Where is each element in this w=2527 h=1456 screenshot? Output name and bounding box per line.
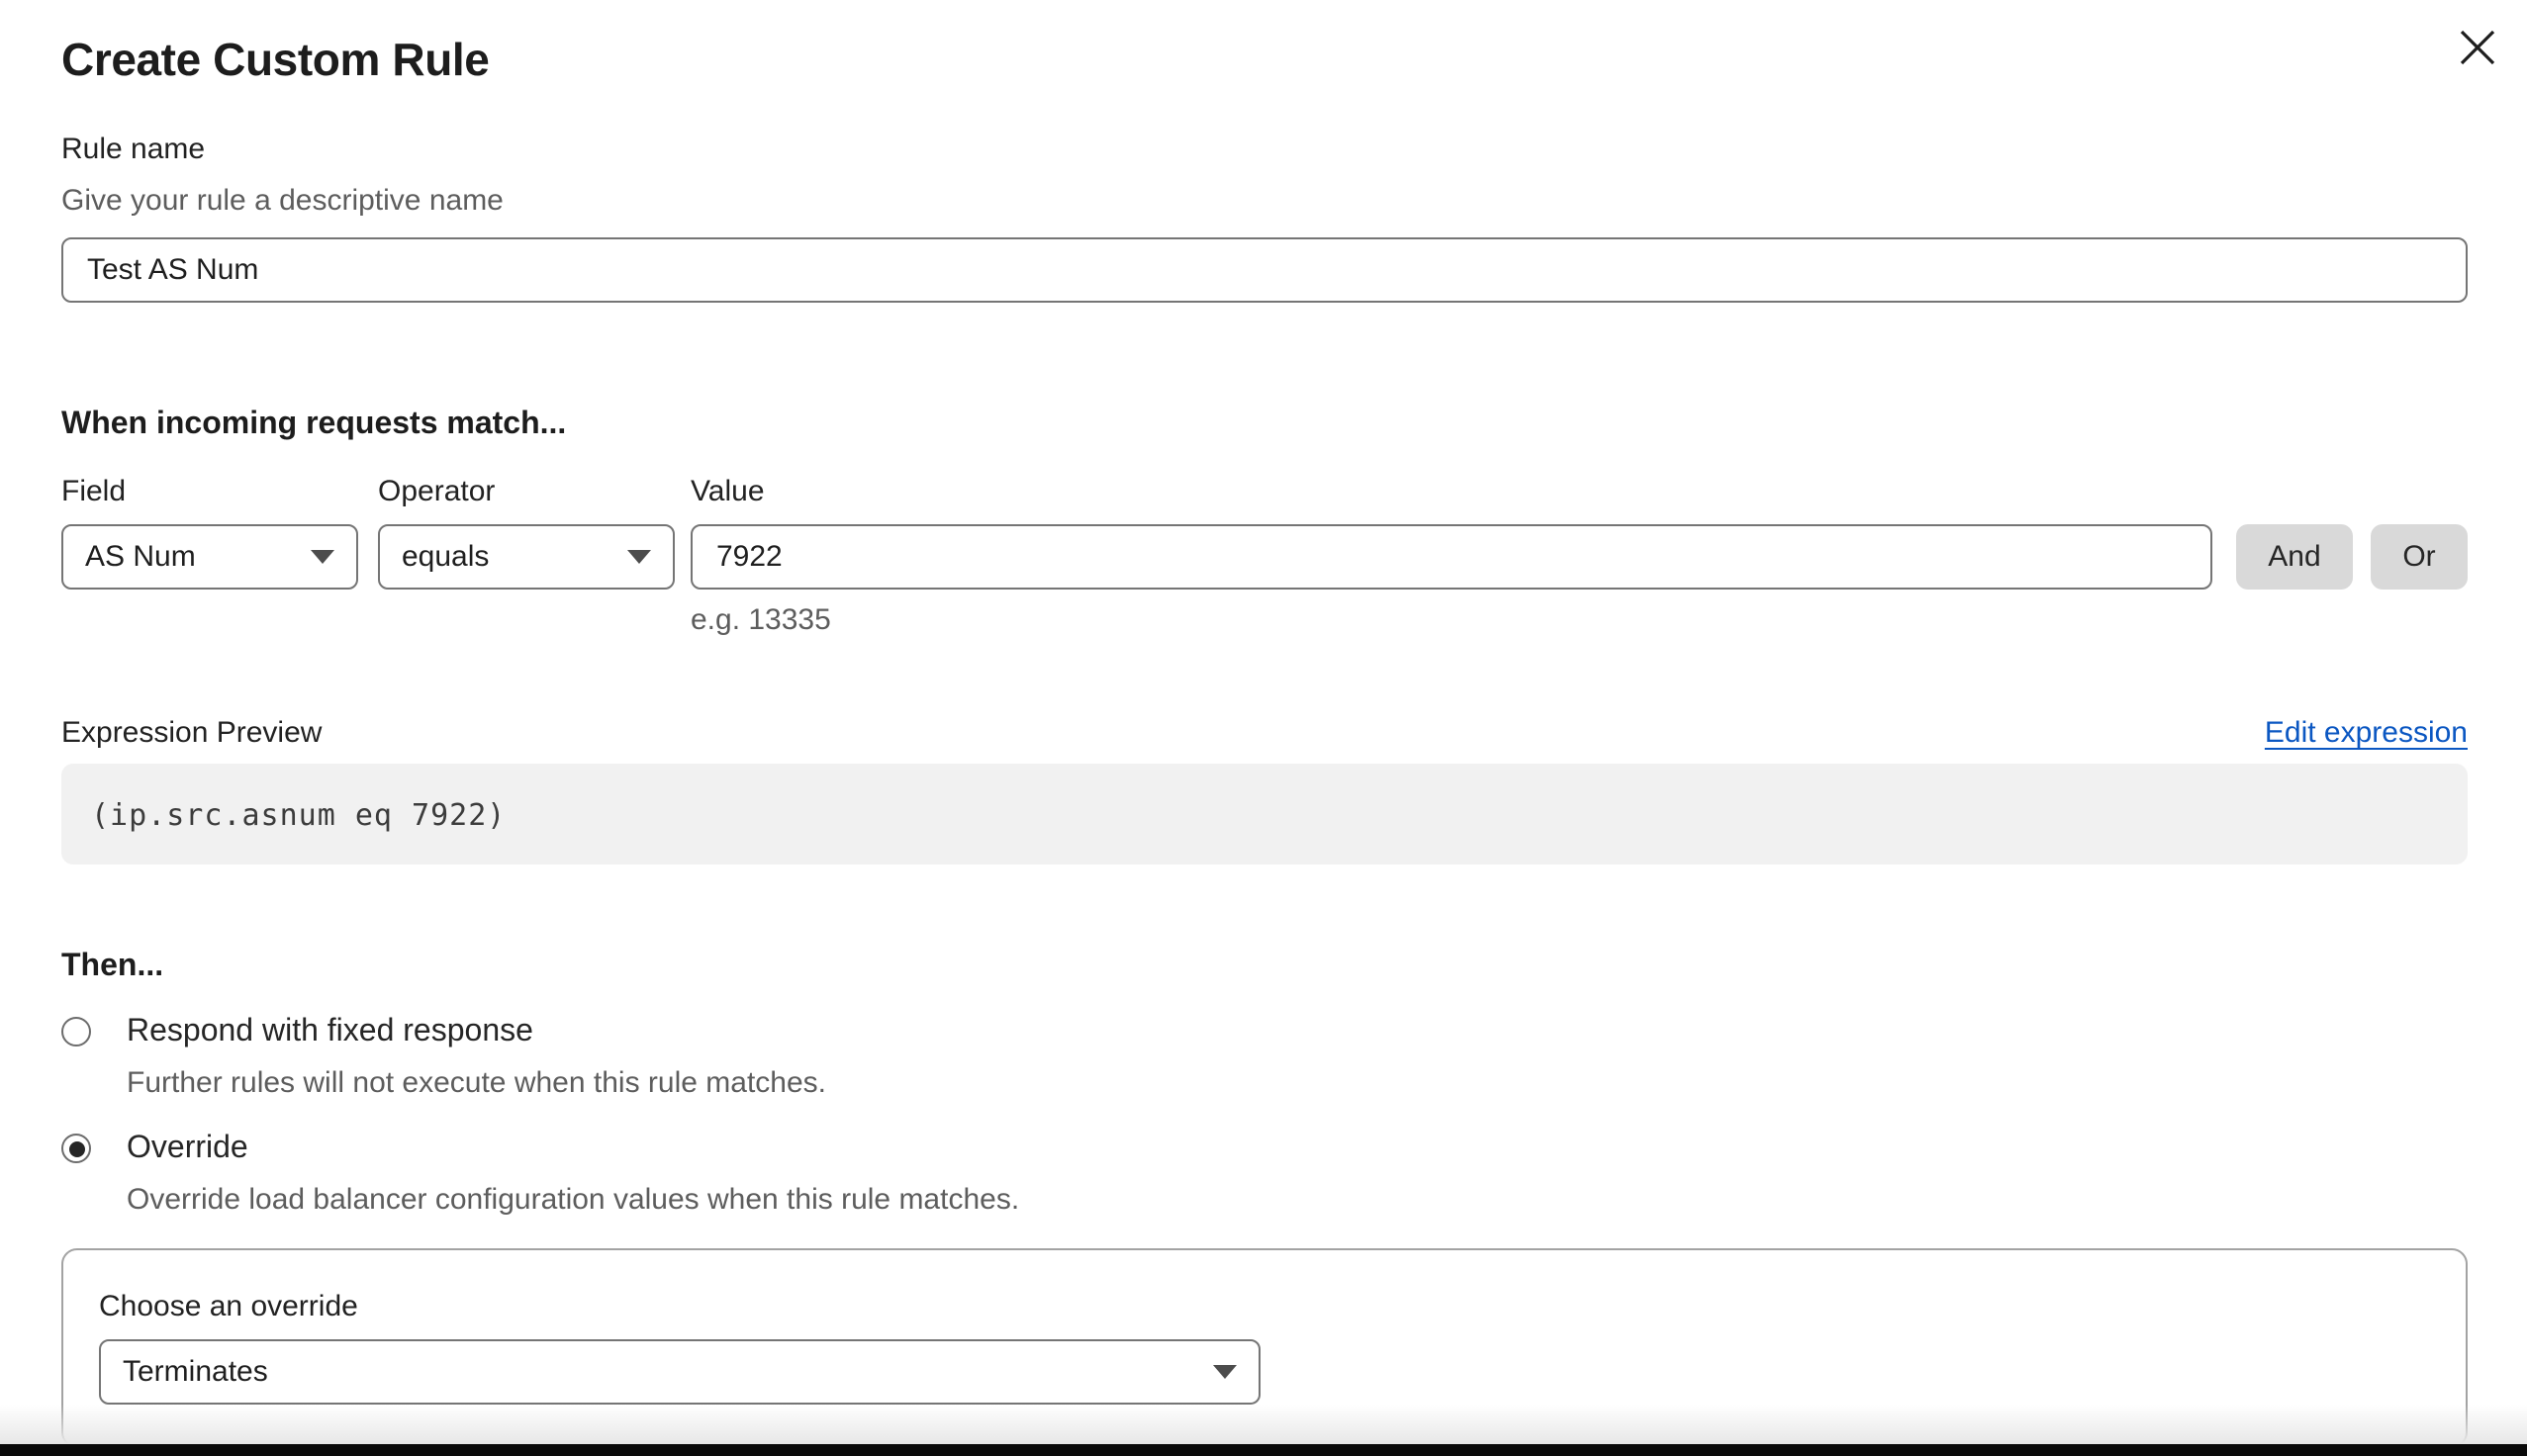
radio-option-fixed-response: Respond with fixed response Further rule… xyxy=(61,1011,2468,1104)
field-select-value: AS Num xyxy=(85,540,196,574)
choose-override-label: Choose an override xyxy=(99,1288,2466,1327)
override-select-value: Terminates xyxy=(123,1355,268,1389)
rule-name-label: Rule name xyxy=(61,131,2468,170)
value-label: Value xyxy=(691,473,2468,512)
close-button[interactable] xyxy=(2454,24,2501,71)
chevron-down-icon xyxy=(311,550,334,564)
chevron-down-icon xyxy=(627,550,651,564)
radio-label-override[interactable]: Override xyxy=(127,1128,1019,1171)
radio-button-override[interactable] xyxy=(61,1134,91,1163)
radio-body: Override Override load balancer configur… xyxy=(127,1128,1019,1221)
edit-expression-link[interactable]: Edit expression xyxy=(2265,714,2468,754)
operator-label: Operator xyxy=(378,473,675,512)
dialog-title: Create Custom Rule xyxy=(61,32,2468,87)
rule-name-description: Give your rule a descriptive name xyxy=(61,182,2468,222)
override-panel: Choose an override Terminates xyxy=(61,1248,2468,1448)
radio-description-override: Override load balancer configuration val… xyxy=(127,1181,1019,1221)
rule-name-input[interactable] xyxy=(61,237,2468,303)
close-icon xyxy=(2454,24,2501,71)
radio-description-fixed-response: Further rules will not execute when this… xyxy=(127,1064,826,1104)
match-controls-row: AS Num equals e.g. 13335 And Or xyxy=(61,524,2468,641)
value-column: e.g. 13335 xyxy=(691,524,2212,641)
operator-select[interactable]: equals xyxy=(378,524,675,590)
field-select[interactable]: AS Num xyxy=(61,524,358,590)
value-hint: e.g. 13335 xyxy=(691,601,2212,641)
expression-preview-label: Expression Preview xyxy=(61,714,322,754)
expression-preview-text: (ip.src.asnum eq 7922) xyxy=(91,796,506,832)
value-input[interactable] xyxy=(691,524,2212,590)
radio-button-fixed-response[interactable] xyxy=(61,1017,91,1046)
match-section-heading: When incoming requests match... xyxy=(61,406,2468,445)
then-section-heading: Then... xyxy=(61,948,2468,987)
radio-label-fixed-response[interactable]: Respond with fixed response xyxy=(127,1011,826,1054)
and-button[interactable]: And xyxy=(2236,524,2353,590)
or-button[interactable]: Or xyxy=(2371,524,2468,590)
create-custom-rule-dialog: Create Custom Rule Rule name Give your r… xyxy=(0,0,2527,1456)
expression-preview-box: (ip.src.asnum eq 7922) xyxy=(61,764,2468,864)
bottom-dark-bar xyxy=(0,1444,2527,1456)
chevron-down-icon xyxy=(1213,1365,1237,1379)
modal-body: Create Custom Rule Rule name Give your r… xyxy=(0,0,2527,1444)
field-label: Field xyxy=(61,473,358,512)
match-labels-row: Field Operator Value xyxy=(61,473,2468,512)
expression-row: Expression Preview Edit expression xyxy=(61,714,2468,754)
operator-select-value: equals xyxy=(402,540,489,574)
radio-body: Respond with fixed response Further rule… xyxy=(127,1011,826,1104)
radio-option-override: Override Override load balancer configur… xyxy=(61,1128,2468,1221)
override-select[interactable]: Terminates xyxy=(99,1339,1261,1405)
